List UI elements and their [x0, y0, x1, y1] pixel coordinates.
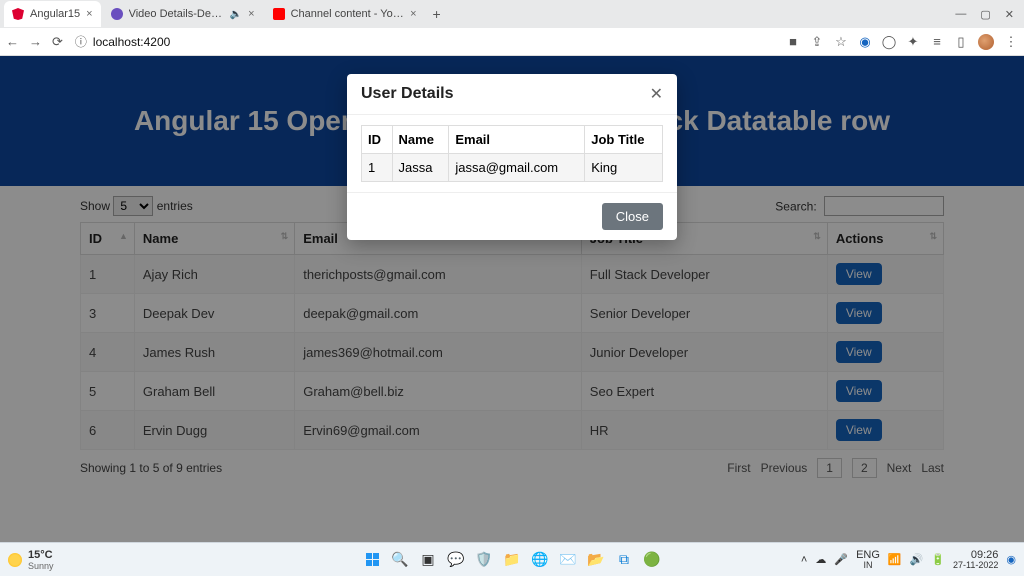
- vscode-icon[interactable]: ⧉: [613, 549, 635, 571]
- browser-tab-demoair[interactable]: Video Details-DemoAir Scre... 🔈 ×: [103, 1, 263, 27]
- page-viewport: Angular 15 Open Bootstrap Modal on click…: [0, 56, 1024, 542]
- modal-cell-id: 1: [362, 154, 393, 182]
- video-icon[interactable]: ■: [786, 35, 800, 49]
- taskview-icon[interactable]: ▣: [417, 549, 439, 571]
- explorer-icon[interactable]: 📁: [501, 549, 523, 571]
- chat-icon[interactable]: 💬: [445, 549, 467, 571]
- share-icon[interactable]: ⇪: [810, 35, 824, 49]
- mail-icon[interactable]: ✉️: [557, 549, 579, 571]
- modal-column-header: Email: [449, 126, 585, 154]
- reload-icon[interactable]: ⟳: [52, 34, 63, 50]
- window-minimize-icon[interactable]: ―: [955, 8, 966, 21]
- user-details-table: IDNameEmailJob Title 1Jassajassa@gmail.c…: [361, 125, 663, 182]
- browser-toolbar: ← → ⟳ ⓘ localhost:4200 ■ ⇪ ☆ ◉ ◯ ✦ ≡ ▯ ⋮: [0, 28, 1024, 56]
- chevron-up-icon[interactable]: ˄: [801, 554, 807, 566]
- region-label: IN: [856, 561, 880, 570]
- lang-label[interactable]: ENG: [856, 550, 880, 561]
- tab-title: Video Details-DemoAir Scre...: [129, 8, 224, 20]
- profile-avatar[interactable]: [978, 34, 994, 50]
- weather-cond: Sunny: [28, 561, 54, 571]
- panel-icon[interactable]: ▯: [954, 35, 968, 49]
- clock-time[interactable]: 09:26: [953, 550, 998, 561]
- chrome-icon[interactable]: 🟢: [641, 549, 663, 571]
- close-icon[interactable]: ×: [248, 8, 254, 20]
- window-maximize-icon[interactable]: ▢: [980, 8, 990, 21]
- modal-overlay[interactable]: User Details ✕ IDNameEmailJob Title 1Jas…: [0, 56, 1024, 542]
- volume-icon[interactable]: 🔊: [910, 553, 924, 566]
- close-button[interactable]: Close: [602, 203, 663, 230]
- youtube-icon: [273, 8, 285, 20]
- extension-icon[interactable]: ◉: [858, 35, 872, 49]
- wifi-icon[interactable]: 📶: [888, 553, 902, 566]
- mic-icon[interactable]: 🎤: [834, 553, 848, 566]
- close-icon[interactable]: ×: [86, 8, 92, 20]
- notification-icon[interactable]: ◉: [1006, 553, 1016, 566]
- modal-column-header: Job Title: [585, 126, 663, 154]
- tab-title: Channel content - YouTube Stu...: [291, 8, 405, 20]
- browser-tabbar: Angular15 × Video Details-DemoAir Scre..…: [0, 0, 1024, 28]
- edge-icon[interactable]: 🌐: [529, 549, 551, 571]
- windows-taskbar: 15°C Sunny 🔍 ▣ 💬 🛡️ 📁 🌐 ✉️ 📂 ⧉ 🟢 ˄ ☁ 🎤 E…: [0, 542, 1024, 576]
- search-icon[interactable]: 🔍: [389, 549, 411, 571]
- close-icon[interactable]: ×: [410, 8, 416, 20]
- tab-title: Angular15: [30, 8, 80, 20]
- forward-icon[interactable]: →: [29, 34, 42, 49]
- list-icon[interactable]: ≡: [930, 35, 944, 49]
- window-close-icon[interactable]: ✕: [1005, 8, 1014, 21]
- user-details-modal: User Details ✕ IDNameEmailJob Title 1Jas…: [347, 74, 677, 240]
- audio-icon: 🔈: [230, 9, 242, 20]
- new-tab-button[interactable]: +: [427, 4, 447, 24]
- modal-cell-name: Jassa: [392, 154, 449, 182]
- back-icon[interactable]: ←: [6, 34, 19, 49]
- extension-icon[interactable]: ◯: [882, 35, 896, 49]
- modal-column-header: ID: [362, 126, 393, 154]
- dot-icon: [111, 8, 123, 20]
- browser-tab-angular[interactable]: Angular15 ×: [4, 1, 101, 27]
- url-text: localhost:4200: [93, 35, 170, 49]
- sun-icon: [8, 553, 22, 567]
- battery-icon[interactable]: 🔋: [931, 553, 945, 566]
- angular-icon: [12, 8, 24, 20]
- star-icon[interactable]: ☆: [834, 35, 848, 49]
- modal-title: User Details: [361, 85, 454, 103]
- modal-cell-job: King: [585, 154, 663, 182]
- modal-column-header: Name: [392, 126, 449, 154]
- modal-cell-email: jassa@gmail.com: [449, 154, 585, 182]
- weather-temp: 15°C: [28, 549, 54, 561]
- app-icon[interactable]: 🛡️: [473, 549, 495, 571]
- start-button[interactable]: [361, 549, 383, 571]
- weather-widget[interactable]: 15°C Sunny: [8, 549, 54, 571]
- menu-icon[interactable]: ⋮: [1004, 35, 1018, 49]
- browser-tab-youtube[interactable]: Channel content - YouTube Stu... ×: [265, 1, 425, 27]
- cloud-icon[interactable]: ☁: [815, 553, 826, 566]
- puzzle-icon[interactable]: ✦: [906, 35, 920, 49]
- close-icon[interactable]: ✕: [650, 84, 663, 104]
- folder-icon[interactable]: 📂: [585, 549, 607, 571]
- info-icon[interactable]: ⓘ: [75, 33, 87, 50]
- clock-date: 27-11-2022: [953, 561, 998, 570]
- address-bar[interactable]: ⓘ localhost:4200: [75, 33, 170, 50]
